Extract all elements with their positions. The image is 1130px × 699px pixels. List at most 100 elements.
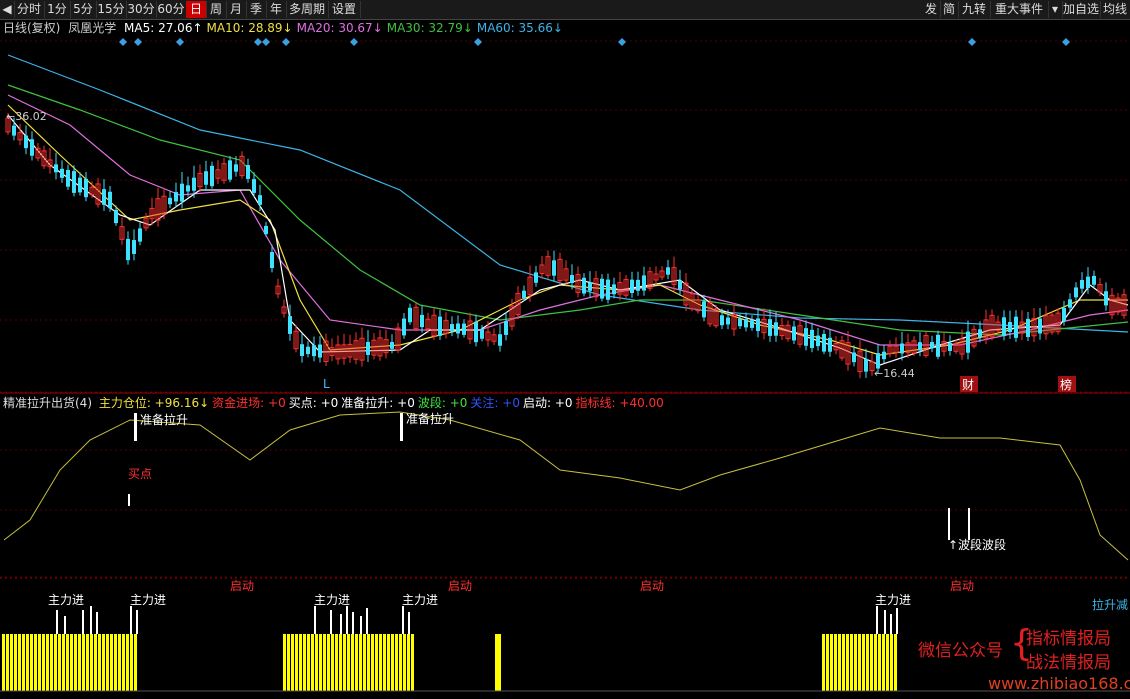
white-tick	[56, 610, 58, 634]
signal-diamond	[254, 38, 262, 46]
ma10-line	[7, 104, 1128, 356]
candle-body	[480, 329, 484, 339]
candle-body	[246, 165, 250, 179]
candle-body	[408, 307, 412, 323]
watermark-site: www.zhibiao168.com	[988, 674, 1130, 693]
candle-body	[132, 240, 136, 254]
yellow-bar	[14, 634, 17, 691]
yellow-bar	[351, 634, 354, 691]
buy-bar	[128, 494, 130, 506]
yellow-bar	[26, 634, 29, 691]
main-in-4: 主力进	[402, 593, 438, 607]
prep-label-1: 准备拉升	[140, 412, 188, 427]
candle-body	[252, 179, 256, 193]
candle-body	[168, 197, 172, 205]
signal-diamond	[262, 38, 270, 46]
yellow-bar	[134, 634, 137, 691]
wave-label: ↑波段波段	[948, 537, 1006, 552]
candle-body	[228, 160, 232, 180]
yellow-bar	[355, 634, 358, 691]
candle-body	[30, 139, 34, 156]
candle-body	[126, 238, 130, 261]
white-tick	[96, 612, 98, 634]
indicator-item-5: 关注: +0	[470, 396, 520, 410]
yellow-bar	[102, 634, 105, 691]
candle-body	[612, 284, 616, 295]
indicator-name: 精准拉升出货(4)	[3, 396, 92, 410]
yellow-bar	[838, 634, 841, 691]
ma30-line	[7, 84, 1129, 336]
yellow-bar	[854, 634, 857, 691]
signal-diamond	[618, 38, 626, 46]
candle-body	[258, 195, 262, 205]
white-tick	[884, 610, 886, 634]
yellow-bar	[114, 634, 117, 691]
candle-body	[810, 329, 814, 348]
yellow-bar	[822, 634, 825, 691]
candle-body	[366, 341, 370, 355]
candle-body	[600, 278, 604, 299]
candle-body	[186, 185, 190, 192]
yellow-bar	[122, 634, 125, 691]
yellow-bar	[399, 634, 402, 691]
candle-body	[12, 125, 16, 136]
candle-body	[678, 280, 682, 290]
yellow-bar	[110, 634, 113, 691]
yellow-bar	[287, 634, 290, 691]
candle-body	[726, 317, 730, 325]
candle-body	[570, 275, 574, 283]
signal-diamond	[1062, 38, 1070, 46]
yellow-bar	[307, 634, 310, 691]
yellow-bar	[387, 634, 390, 691]
yellow-bar	[335, 634, 338, 691]
candle-body	[450, 324, 454, 332]
start-label-3: 启动	[640, 579, 664, 593]
buy-label: 买点	[128, 467, 152, 481]
kline-chart[interactable]: ←36.02 ←16.44 L 财 榜 准备拉升 准备拉升买点 ↑波段波段启动 启动 启动 启动拉…	[0, 0, 1130, 699]
yellow-bar	[339, 634, 342, 691]
signal-diamond	[282, 38, 290, 46]
yellow-bar	[2, 634, 5, 691]
candle-body	[138, 228, 142, 242]
candle-body	[792, 326, 796, 341]
candle-body	[852, 352, 856, 363]
candle-body	[1002, 317, 1006, 337]
indicator-item-0: 主力仓位: +96.16↓	[98, 396, 210, 410]
yellow-bar	[42, 634, 45, 691]
candle-body	[498, 334, 502, 346]
yellow-bar	[866, 634, 869, 691]
candle-body	[438, 316, 442, 336]
yellow-bar	[379, 634, 382, 691]
yellow-bar	[70, 634, 73, 691]
candle-body	[642, 275, 646, 291]
yellow-bar	[359, 634, 362, 691]
white-tick	[366, 608, 368, 634]
white-tick	[90, 606, 92, 634]
candle-body	[108, 191, 112, 209]
candle-body	[102, 189, 106, 205]
candle-body	[474, 321, 478, 343]
candle-body	[1086, 276, 1090, 289]
candle-body	[270, 252, 274, 268]
candle-body	[78, 177, 82, 193]
candle-body	[72, 171, 76, 193]
candle-body	[456, 323, 460, 334]
signal-diamond	[119, 38, 127, 46]
candle-body	[192, 177, 196, 191]
candle-body	[1074, 287, 1078, 298]
prep-label-2: 准备拉升	[406, 411, 454, 426]
candle-body	[24, 135, 28, 149]
yellow-bar	[834, 634, 837, 691]
yellow-bar	[66, 634, 69, 691]
candle-body	[390, 341, 394, 349]
yellow-bar	[894, 634, 897, 691]
yellow-bar	[395, 634, 398, 691]
candle-body	[1008, 322, 1012, 332]
prep-bar-1	[134, 413, 137, 441]
watermark: 微信公众号 { 指标情报局 战法情报局 www.zhibiao168.com	[918, 622, 1130, 697]
watermark-line1: 微信公众号	[918, 641, 1003, 661]
yellow-bar	[842, 634, 845, 691]
candle-body	[180, 183, 184, 202]
main-in-3: 主力进	[314, 593, 350, 607]
yellow-bar	[126, 634, 129, 691]
